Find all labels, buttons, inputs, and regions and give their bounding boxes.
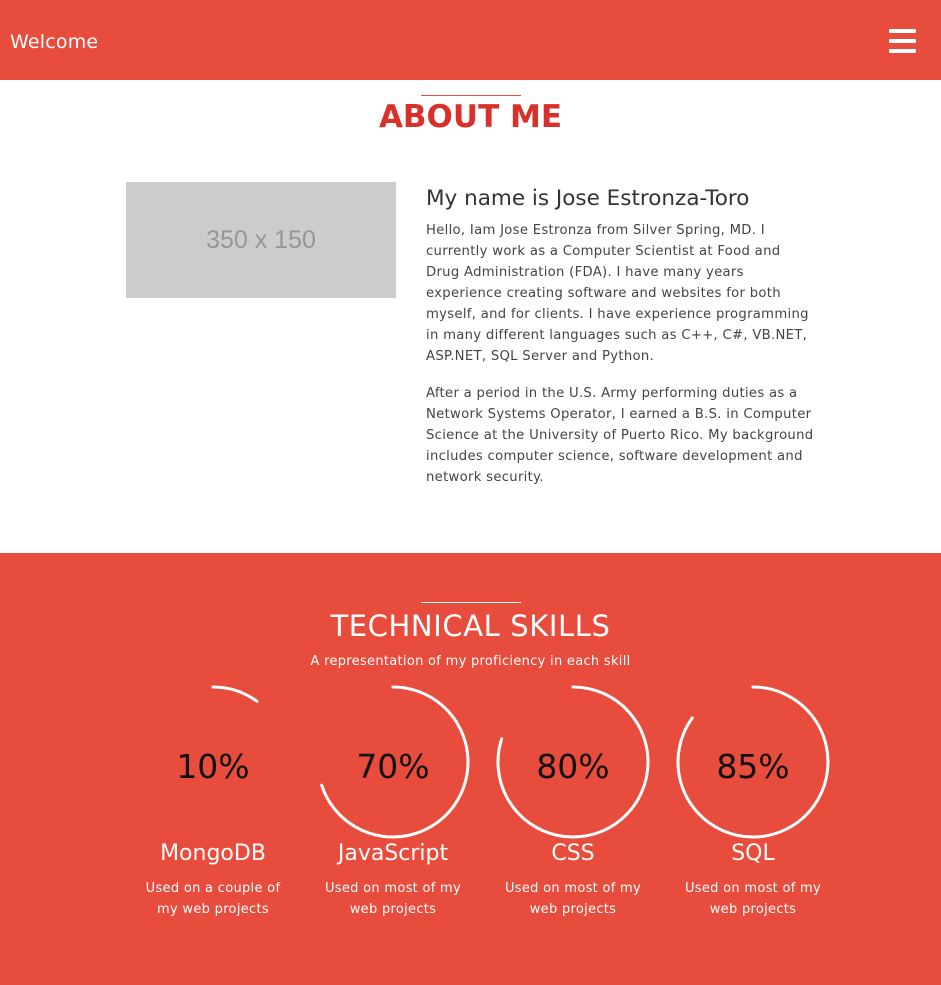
skill-percent: 80% xyxy=(536,747,610,786)
skill-name: MongoDB xyxy=(160,841,266,866)
skill-description: Used on most of my web projects xyxy=(684,881,822,917)
about-divider xyxy=(421,95,521,96)
skill-name: JavaScript xyxy=(337,841,449,866)
about-title: ABOUT ME xyxy=(378,99,563,135)
skill-description: Used on most of my web projects xyxy=(324,881,462,917)
menu-bar-line xyxy=(889,39,916,43)
skill-name: CSS xyxy=(551,841,595,866)
skills-section: TECHNICAL SKILLS A representation of my … xyxy=(0,553,941,985)
skill-card: 10% MongoDB Used on a couple of my web p… xyxy=(123,685,303,926)
skill-percent: 85% xyxy=(716,747,790,786)
progress-arc xyxy=(211,685,259,703)
skill-percent: 70% xyxy=(356,747,430,786)
skills-divider xyxy=(421,602,521,603)
brand-link[interactable]: Welcome xyxy=(10,29,98,55)
menu-bar-line xyxy=(889,49,916,53)
skill-card: 80% CSS Used on most of my web projects xyxy=(483,685,663,926)
skill-card: 70% JavaScript Used on most of my web pr… xyxy=(303,685,483,926)
skill-description: Used on a couple of my web projects xyxy=(145,881,281,917)
skill-name: SQL xyxy=(731,841,775,866)
menu-bar-line xyxy=(889,29,916,33)
skill-card: 85% SQL Used on most of my web projects xyxy=(663,685,843,926)
profile-image-placeholder: 350 x 150 xyxy=(126,182,396,298)
skills-subtitle: A representation of my proficiency in ea… xyxy=(310,654,631,669)
top-navbar: Welcome xyxy=(0,0,941,80)
skill-description: Used on most of my web projects xyxy=(504,881,642,917)
skills-title: TECHNICAL SKILLS xyxy=(330,609,611,643)
skill-percent: 10% xyxy=(176,747,250,786)
about-paragraph: After a period in the U.S. Army performi… xyxy=(426,386,814,485)
about-paragraph: Hello, Iam Jose Estronza from Silver Spr… xyxy=(426,223,809,364)
about-name-heading: My name is Jose Estronza-Toro xyxy=(426,186,750,211)
hamburger-menu-icon[interactable] xyxy=(889,29,916,53)
